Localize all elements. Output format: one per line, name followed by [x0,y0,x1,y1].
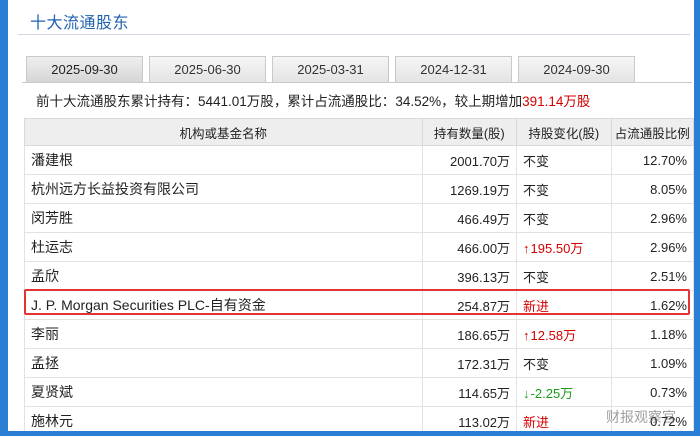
tab-2025-09-30[interactable]: 2025-09-30 [26,56,143,82]
holders-table: 机构或基金名称 持有数量(股) 持股变化(股) 占流通股比例 潘建根 2001.7… [24,118,694,431]
holding-change: 不变 [516,174,612,204]
table-row: 杜运志 466.00万 ↑195.50万 2.96% [24,232,694,262]
holder-name: 杭州远方长益投资有限公司 [24,174,423,204]
holding-change: 不变 [516,261,612,291]
tab-2025-06-30[interactable]: 2025-06-30 [149,56,266,82]
holding-change: ↑12.58万 [516,319,612,349]
holding-change: ↓-2.25万 [516,377,612,407]
table-row: 夏贤斌 114.65万 ↓-2.25万 0.73% [24,377,694,407]
holding-change-text: -2.25万 [530,385,574,401]
table-row: 孟拯 172.31万 不变 1.09% [24,348,694,378]
holding-pct: 1.62% [610,290,694,320]
holding-change: 新进 [516,406,612,431]
holder-name: 李丽 [24,319,423,349]
holding-change: 不变 [516,203,612,233]
table-row: 李丽 186.65万 ↑12.58万 1.18% [24,319,694,349]
table-row: 孟欣 396.13万 不变 2.51% [24,261,694,291]
summary-ratio: 34.52% [395,94,442,109]
tab-2024-12-31[interactable]: 2024-12-31 [395,56,512,82]
table-row: 闵芳胜 466.49万 不变 2.96% [24,203,694,233]
holders-panel: 十大流通股东 2025-09-30 2025-06-30 2025-03-31 … [8,0,694,431]
holding-pct: 12.70% [610,145,694,175]
holder-name: 施林元 [24,406,423,431]
holding-change-text: 不变 [523,356,550,372]
holding-change-text: 新进 [523,414,550,430]
summary-prefix: 前十大流通股东累计持有： [36,94,198,109]
holder-name: 夏贤斌 [24,377,423,407]
table-row: 潘建根 2001.70万 不变 12.70% [24,145,694,175]
holding-change-text: 不变 [523,182,550,198]
holder-name: J. P. Morgan Securities PLC-自有资金 [24,290,423,320]
table-row: 杭州远方长益投资有限公司 1269.19万 不变 8.05% [24,174,694,204]
date-tabs: 2025-09-30 2025-06-30 2025-03-31 2024-12… [26,56,635,82]
holding-pct: 2.96% [610,203,694,233]
arrow-up-icon: ↑ [523,240,530,256]
holding-change: 不变 [516,348,612,378]
holding-qty: 466.00万 [421,232,518,262]
col-header-qty: 持有数量(股) [421,118,518,146]
table-row: 施林元 113.02万 新进 0.72% [24,406,694,431]
holder-name-text: J. P. Morgan Securities PLC-自有资金 [31,297,266,313]
holding-change-text: 新进 [523,298,550,314]
holding-change-text: 不变 [523,211,550,227]
col-header-name: 机构或基金名称 [24,118,423,146]
holder-name: 杜运志 [24,232,423,262]
col-header-change: 持股变化(股) [516,118,612,146]
summary-mid2: ，较上期增加 [441,94,523,109]
holding-qty: 172.31万 [421,348,518,378]
holder-name-text: 李丽 [31,326,59,342]
holding-pct: 1.09% [610,348,694,378]
holding-qty: 254.87万 [421,290,518,320]
holding-qty: 113.02万 [421,406,518,431]
holding-pct: 2.96% [610,232,694,262]
arrow-up-icon: ↑ [523,327,530,343]
holding-pct: 0.73% [610,377,694,407]
holding-qty: 186.65万 [421,319,518,349]
holding-pct: 1.18% [610,319,694,349]
holding-qty: 2001.70万 [421,145,518,175]
holding-change-text: 不变 [523,153,550,169]
holding-pct: 8.05% [610,174,694,204]
panel-title: 十大流通股东 [30,15,130,32]
holding-change: 不变 [516,145,612,175]
tab-2025-03-31[interactable]: 2025-03-31 [272,56,389,82]
table-row: J. P. Morgan Securities PLC-自有资金 254.87万新… [24,290,694,320]
arrow-down-icon: ↓ [523,385,530,401]
holder-name-text: 杭州远方长益投资有限公司 [31,181,199,197]
summary-line: 前十大流通股东累计持有：5441.01万股，累计占流通股比：34.52%，较上期… [36,90,590,110]
holding-change-text: 不变 [523,269,550,285]
holding-qty: 1269.19万 [421,174,518,204]
holder-name-text: 孟欣 [31,268,59,284]
holding-change: 新进 [516,290,612,320]
summary-mid: ，累计占流通股比： [273,94,396,109]
holder-name-text: 闵芳胜 [31,210,73,226]
holding-qty: 466.49万 [421,203,518,233]
holder-name-text: 潘建根 [31,152,73,168]
holder-name-text: 施林元 [31,413,73,429]
watermark: 财报观察官 [606,409,676,425]
holding-change-text: 195.50万 [530,240,584,256]
tabs-divider [22,82,692,83]
holding-pct: 2.51% [610,261,694,291]
holder-name: 潘建根 [24,145,423,175]
holding-qty: 114.65万 [421,377,518,407]
tab-2024-09-30[interactable]: 2024-09-30 [518,56,635,82]
title-divider [18,34,690,35]
holding-change: ↑195.50万 [516,232,612,262]
holding-qty: 396.13万 [421,261,518,291]
holder-name: 闵芳胜 [24,203,423,233]
holder-name: 孟拯 [24,348,423,378]
table-header-row: 机构或基金名称 持有数量(股) 持股变化(股) 占流通股比例 [24,118,694,146]
holder-name-text: 夏贤斌 [31,384,73,400]
summary-increase: 391.14万股 [522,94,591,109]
col-header-pct: 占流通股比例 [610,118,694,146]
holder-name-text: 孟拯 [31,355,59,371]
summary-holding: 5441.01万股 [198,94,274,109]
holder-name-text: 杜运志 [31,239,73,255]
holding-change-text: 12.58万 [530,327,577,343]
holder-name: 孟欣 [24,261,423,291]
